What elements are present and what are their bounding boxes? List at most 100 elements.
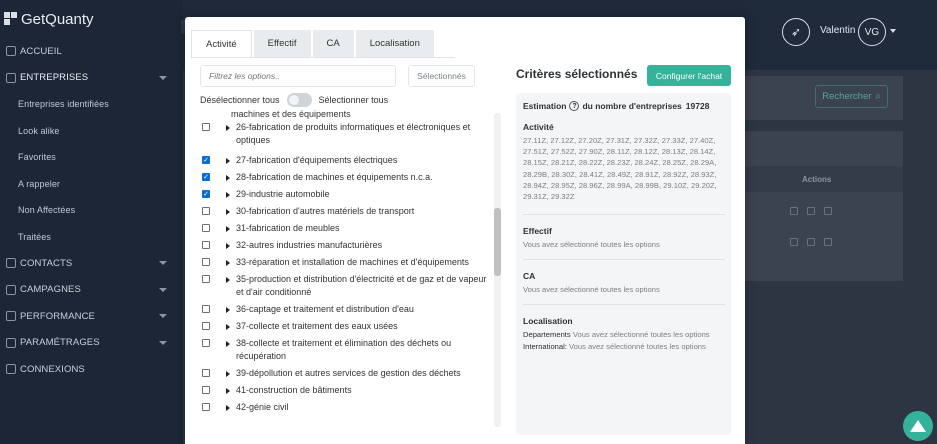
option-label[interactable]: 37-collecte et traitement des eaux usées bbox=[236, 320, 398, 333]
table-row-actions bbox=[790, 238, 832, 246]
option-checkbox[interactable] bbox=[202, 275, 210, 283]
option-label[interactable]: 41-construction de bâtiments bbox=[236, 384, 352, 397]
sidebar-item-performance[interactable]: PERFORMANCE bbox=[0, 303, 183, 330]
select-all-toggle[interactable] bbox=[286, 93, 312, 107]
caret-right-icon[interactable] bbox=[226, 174, 230, 181]
sidebar-item-non-affect-es[interactable]: Non Affectées bbox=[0, 197, 183, 224]
option-checkbox[interactable] bbox=[202, 258, 210, 266]
tab-activite[interactable]: Activité bbox=[191, 30, 252, 57]
sidebar-item-connexions[interactable]: CONNEXIONS bbox=[0, 356, 183, 383]
options-filter-input[interactable] bbox=[200, 65, 396, 87]
sidebar-item-param-trages[interactable]: PARAMÉTRAGES bbox=[0, 330, 183, 357]
sidebar-item-label: Entreprises identifiées bbox=[18, 99, 109, 110]
option-checkbox[interactable] bbox=[202, 386, 210, 394]
option-label[interactable]: 42-génie civil bbox=[236, 401, 289, 414]
section-icon bbox=[6, 258, 16, 269]
table-row-actions bbox=[790, 207, 832, 215]
search-icon[interactable] bbox=[807, 207, 815, 215]
bank-icon[interactable] bbox=[790, 207, 798, 215]
chevron-down-icon[interactable] bbox=[890, 29, 896, 33]
option-label[interactable]: 36-captage et traitement et distribution… bbox=[236, 303, 414, 316]
list-item: ✓ 28-fabrication de machines et équipemen… bbox=[202, 171, 492, 184]
option-label[interactable]: 30-fabrication d'autres matériels de tra… bbox=[236, 205, 414, 218]
option-checkbox[interactable] bbox=[202, 305, 210, 313]
estimation-value: 19728 bbox=[685, 101, 710, 111]
sidebar-item-favorites[interactable]: Favorites bbox=[0, 144, 183, 171]
caret-right-icon[interactable] bbox=[226, 340, 230, 347]
caret-right-icon[interactable] bbox=[226, 191, 230, 198]
option-label[interactable]: 27-fabrication d'équipements électriques bbox=[236, 154, 397, 167]
search-icon[interactable] bbox=[807, 238, 815, 246]
option-label[interactable]: 26-fabrication de produits informatiques… bbox=[236, 121, 492, 146]
tab-ca[interactable]: CA bbox=[312, 30, 354, 57]
caret-right-icon[interactable] bbox=[226, 208, 230, 215]
sidebar-item-accueil[interactable]: ACCUEIL bbox=[0, 38, 183, 65]
option-label[interactable]: 31-fabrication de meubles bbox=[236, 222, 340, 235]
caret-right-icon[interactable] bbox=[226, 276, 230, 283]
help-icon[interactable]: ? bbox=[569, 101, 580, 111]
app-logo[interactable]: GetQuanty bbox=[0, 0, 183, 38]
caret-right-icon[interactable] bbox=[226, 387, 230, 394]
list-item: 31-fabrication de meubles bbox=[202, 222, 492, 235]
sidebar-item-label: CAMPAGNES bbox=[20, 284, 81, 296]
save-icon[interactable] bbox=[824, 238, 832, 246]
search-button[interactable]: Rechercher ⌕ bbox=[815, 85, 888, 108]
option-label[interactable]: 38-collecte et traitement et élimination… bbox=[236, 337, 492, 362]
option-checkbox[interactable]: ✓ bbox=[202, 190, 210, 198]
list-item: ✓ 27-fabrication d'équipements électrique… bbox=[202, 154, 492, 167]
avatar[interactable]: VG bbox=[858, 18, 886, 46]
option-label[interactable]: 35-production et distribution d'électric… bbox=[236, 273, 492, 298]
sidebar-item-campagnes[interactable]: CAMPAGNES bbox=[0, 277, 183, 304]
sidebar-item-entreprises[interactable]: ENTREPRISES bbox=[0, 65, 183, 92]
rocket-icon[interactable]: ➶ bbox=[782, 18, 810, 46]
option-checkbox[interactable] bbox=[202, 339, 210, 347]
chevron-down-icon bbox=[159, 314, 167, 319]
option-checkbox[interactable] bbox=[202, 123, 210, 131]
option-checkbox[interactable]: ✓ bbox=[202, 156, 210, 164]
option-label[interactable]: 32-autres industries manufacturières bbox=[236, 239, 382, 252]
option-checkbox[interactable] bbox=[202, 369, 210, 377]
international-text: Vous avez sélectionné toutes les options bbox=[569, 341, 706, 351]
tab-effectif[interactable]: Effectif bbox=[253, 30, 311, 57]
save-icon[interactable] bbox=[824, 207, 832, 215]
options-scrollbar[interactable] bbox=[494, 113, 501, 427]
deselect-all-label[interactable]: Désélectionner tous bbox=[200, 95, 280, 105]
caret-right-icon[interactable] bbox=[226, 225, 230, 232]
caret-right-icon[interactable] bbox=[226, 323, 230, 330]
option-label[interactable]: 28-fabrication de machines et équipement… bbox=[236, 171, 433, 184]
option-checkbox[interactable]: ✓ bbox=[202, 173, 210, 181]
sidebar-item-entreprises-identifi-es[interactable]: Entreprises identifiées bbox=[0, 91, 183, 118]
caret-right-icon[interactable] bbox=[226, 242, 230, 249]
caret-right-icon[interactable] bbox=[226, 157, 230, 164]
section-icon bbox=[6, 311, 16, 322]
section-icon bbox=[6, 46, 16, 57]
selected-filter-button[interactable]: Sélectionnés bbox=[408, 65, 475, 87]
option-checkbox[interactable] bbox=[202, 224, 210, 232]
select-all-label[interactable]: Sélectionner tous bbox=[319, 95, 389, 105]
bank-icon[interactable] bbox=[790, 238, 798, 246]
option-checkbox[interactable] bbox=[202, 322, 210, 330]
option-label[interactable]: 29-industrie automobile bbox=[236, 188, 330, 201]
sidebar-item-a-rappeler[interactable]: A rappeler bbox=[0, 171, 183, 198]
option-checkbox[interactable] bbox=[202, 241, 210, 249]
caret-right-icon[interactable] bbox=[226, 370, 230, 377]
estimation-label: Estimation bbox=[523, 101, 567, 111]
list-item: 35-production et distribution d'électric… bbox=[202, 273, 492, 298]
tab-localisation[interactable]: Localisation bbox=[355, 30, 434, 57]
sidebar-item-trait-es[interactable]: Traitées bbox=[0, 224, 183, 251]
caret-right-icon[interactable] bbox=[226, 124, 230, 131]
scrollbar-thumb[interactable] bbox=[494, 208, 501, 276]
help-widget-button[interactable] bbox=[903, 411, 933, 441]
caret-right-icon[interactable] bbox=[226, 404, 230, 411]
caret-right-icon[interactable] bbox=[226, 259, 230, 266]
option-label[interactable]: 39-dépollution et autres services de ges… bbox=[236, 367, 461, 380]
sidebar-item-look-alike[interactable]: Look alike bbox=[0, 118, 183, 145]
results-card bbox=[745, 131, 903, 281]
option-checkbox[interactable] bbox=[202, 207, 210, 215]
caret-right-icon[interactable] bbox=[226, 306, 230, 313]
option-label[interactable]: 33-réparation et installation de machine… bbox=[236, 256, 469, 269]
option-checkbox[interactable] bbox=[202, 403, 210, 411]
section-divider bbox=[523, 304, 725, 305]
configure-purchase-button[interactable]: Configurer l'achat bbox=[647, 65, 731, 86]
sidebar-item-contacts[interactable]: CONTACTS bbox=[0, 250, 183, 277]
